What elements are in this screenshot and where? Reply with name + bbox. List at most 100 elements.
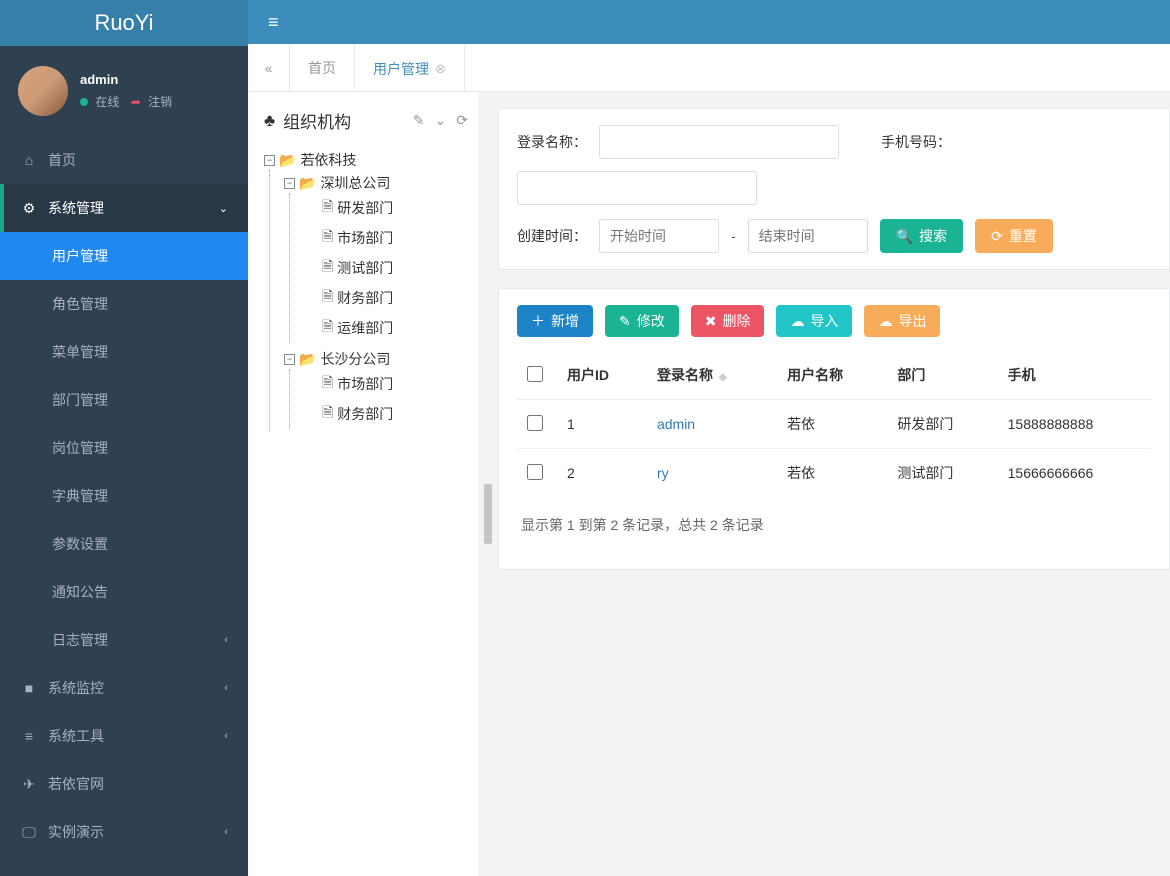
btn-label: 搜索 — [919, 226, 947, 246]
tree-label: 市场部门 — [337, 374, 393, 394]
avatar[interactable] — [18, 66, 68, 116]
nav-label: 部门管理 — [52, 390, 108, 410]
select-all-checkbox[interactable] — [527, 366, 543, 382]
nav-home-label: 首页 — [48, 150, 76, 170]
nav-user-mgmt[interactable]: 用户管理 — [0, 232, 248, 280]
delete-button[interactable]: ✖删除 — [691, 305, 765, 337]
reset-button[interactable]: ⟳重置 — [975, 219, 1053, 253]
import-button[interactable]: ☁导入 — [776, 305, 852, 337]
tab-home[interactable]: 首页 — [290, 44, 355, 91]
tree-node-changsha[interactable]: − 📂 长沙分公司 — [284, 349, 468, 369]
tree-label: 市场部门 — [337, 228, 393, 248]
search-button[interactable]: 🔍 搜索 — [880, 219, 963, 253]
nav-demo[interactable]: 🖵 实例演示 ‹ — [0, 808, 248, 856]
nav-label: 实例演示 — [48, 822, 104, 842]
cell-name: 若依 — [777, 449, 887, 498]
tab-user-mgmt[interactable]: 用户管理 ⊗ — [355, 44, 465, 91]
tree-leaf[interactable]: 🗎运维部门 — [304, 316, 468, 340]
nav-system[interactable]: ⚙ 系统管理 ⌄ — [0, 184, 248, 232]
nav-label: 日志管理 — [52, 630, 108, 650]
upload-icon: ☁ — [790, 313, 804, 330]
chevron-down-icon: ⌄ — [219, 202, 228, 215]
collapse-icon[interactable]: − — [284, 354, 295, 365]
row-checkbox[interactable] — [527, 464, 543, 480]
tree-leaf[interactable]: 🗎市场部门 — [304, 226, 468, 250]
chevron-left-icon: ‹ — [224, 682, 228, 694]
refresh-icon[interactable]: ⟳ — [456, 112, 468, 129]
col-userid[interactable]: 用户ID — [557, 351, 647, 400]
tree-label: 财务部门 — [337, 404, 393, 424]
folder-open-icon: 📂 — [279, 152, 296, 169]
nav-label: 系统工具 — [48, 726, 104, 746]
edit-icon[interactable]: ✎ — [413, 112, 425, 129]
tree-node-shenzhen[interactable]: − 📂 深圳总公司 — [284, 173, 468, 193]
edit-button[interactable]: ✎修改 — [605, 305, 679, 337]
brand-logo: RuoYi — [0, 0, 248, 46]
nav-monitor[interactable]: ■ 系统监控 ‹ — [0, 664, 248, 712]
logout-link[interactable]: 注销 — [148, 95, 172, 109]
nav-role-mgmt[interactable]: 角色管理 — [0, 280, 248, 328]
btn-label: 修改 — [637, 311, 665, 331]
col-username[interactable]: 用户名称 — [777, 351, 887, 400]
chevron-left-icon: ‹ — [224, 730, 228, 742]
tree-label: 财务部门 — [337, 288, 393, 308]
cell-login-link[interactable]: ry — [657, 465, 669, 481]
table-row[interactable]: 2 ry 若依 测试部门 15666666666 — [517, 449, 1151, 498]
collapse-icon[interactable]: − — [264, 155, 275, 166]
monitor-icon: 🖵 — [20, 824, 38, 841]
splitter-handle[interactable] — [484, 484, 492, 544]
home-icon: ⌂ — [20, 152, 38, 168]
sort-icon: ◆ — [719, 372, 727, 383]
tabs-scroll-left[interactable]: « — [248, 44, 290, 91]
nav-menu-mgmt[interactable]: 菜单管理 — [0, 328, 248, 376]
nav-config-mgmt[interactable]: 参数设置 — [0, 520, 248, 568]
col-login[interactable]: 登录名称◆ — [647, 351, 777, 400]
tree-leaf[interactable]: 🗎测试部门 — [304, 256, 468, 280]
cell-dept: 测试部门 — [887, 449, 997, 498]
tree-label: 运维部门 — [337, 318, 393, 338]
file-icon: 🗎 — [322, 196, 333, 220]
cell-name: 若依 — [777, 400, 887, 449]
phone-input[interactable] — [517, 171, 757, 205]
export-button[interactable]: ☁导出 — [864, 305, 940, 337]
plus-icon: ＋ — [531, 311, 545, 331]
chevron-left-icon: ‹ — [224, 634, 228, 646]
tree-leaf[interactable]: 🗎研发部门 — [304, 196, 468, 220]
status-text: 在线 — [95, 95, 119, 109]
download-icon: ☁ — [878, 313, 892, 330]
tree-leaf[interactable]: 🗎财务部门 — [304, 286, 468, 310]
menu-toggle-icon[interactable]: ≡ — [268, 12, 279, 33]
btn-label: 删除 — [722, 311, 750, 331]
close-icon[interactable]: ⊗ — [435, 61, 446, 77]
login-input[interactable] — [599, 125, 839, 159]
nav-dept-mgmt[interactable]: 部门管理 — [0, 376, 248, 424]
cell-login-link[interactable]: admin — [657, 416, 695, 432]
end-time-input[interactable] — [748, 219, 868, 253]
nav-label: 字典管理 — [52, 486, 108, 506]
folder-open-icon: 📂 — [299, 175, 316, 192]
nav-log-mgmt[interactable]: 日志管理 ‹ — [0, 616, 248, 664]
nav-home[interactable]: ⌂ 首页 — [0, 136, 248, 184]
start-time-input[interactable] — [599, 219, 719, 253]
tree-leaf[interactable]: 🗎市场部门 — [304, 372, 468, 396]
tree-node-root[interactable]: − 📂 若依科技 — [264, 150, 468, 170]
nav-label: 系统监控 — [48, 678, 104, 698]
logout-icon: ➦ — [131, 95, 141, 109]
col-phone[interactable]: 手机 — [998, 351, 1151, 400]
nav-site[interactable]: ✈ 若依官网 — [0, 760, 248, 808]
add-button[interactable]: ＋新增 — [517, 305, 593, 337]
chevron-down-icon[interactable]: ⌄ — [435, 112, 447, 129]
nav-notice-mgmt[interactable]: 通知公告 — [0, 568, 248, 616]
search-icon: 🔍 — [896, 228, 913, 245]
nav-label: 通知公告 — [52, 582, 108, 602]
nav-tools[interactable]: ≡ 系统工具 ‹ — [0, 712, 248, 760]
collapse-icon[interactable]: − — [284, 178, 295, 189]
row-checkbox[interactable] — [527, 415, 543, 431]
folder-open-icon: 📂 — [299, 351, 316, 368]
col-dept[interactable]: 部门 — [887, 351, 997, 400]
table-row[interactable]: 1 admin 若依 研发部门 15888888888 — [517, 400, 1151, 449]
nav-post-mgmt[interactable]: 岗位管理 — [0, 424, 248, 472]
tab-label: 首页 — [308, 58, 336, 78]
nav-dict-mgmt[interactable]: 字典管理 — [0, 472, 248, 520]
tree-leaf[interactable]: 🗎财务部门 — [304, 402, 468, 426]
